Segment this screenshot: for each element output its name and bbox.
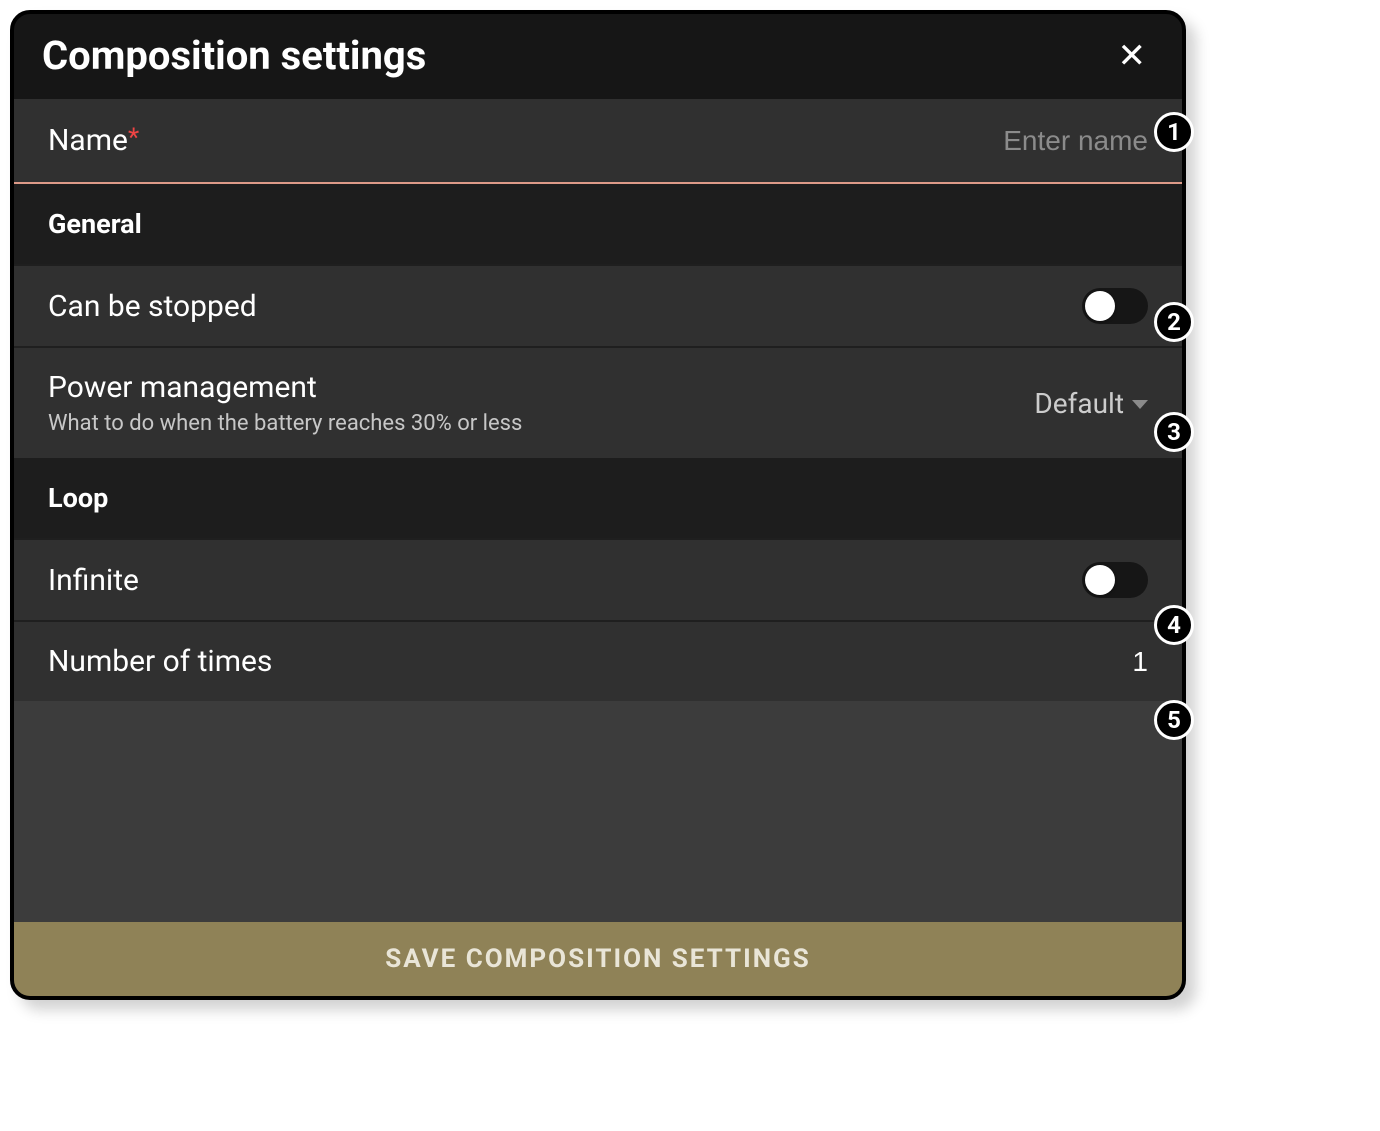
name-row: Name* <box>14 99 1182 184</box>
power-management-label: Power management <box>48 370 317 405</box>
power-management-dropdown[interactable]: Default <box>1034 387 1148 420</box>
callout-2: 2 <box>1154 302 1194 342</box>
dialog-header: Composition settings ✕ <box>14 14 1182 99</box>
infinite-toggle[interactable] <box>1082 562 1148 598</box>
dialog-title: Composition settings <box>42 32 426 79</box>
callout-5: 5 <box>1154 700 1194 740</box>
can-be-stopped-label: Can be stopped <box>48 289 257 324</box>
toggle-knob <box>1085 565 1115 595</box>
chevron-down-icon <box>1132 400 1148 409</box>
section-header-general: General <box>14 184 1182 264</box>
close-icon: ✕ <box>1118 36 1147 76</box>
power-management-selected: Default <box>1034 387 1124 420</box>
toggle-knob <box>1085 291 1115 321</box>
save-composition-settings-button[interactable]: SAVE COMPOSITION SETTINGS <box>14 922 1182 996</box>
composition-settings-dialog: Composition settings ✕ Name* General Can… <box>10 10 1186 1000</box>
name-label-wrap: Name* <box>48 123 139 158</box>
power-management-row: Power management What to do when the bat… <box>14 346 1182 458</box>
can-be-stopped-row: Can be stopped <box>14 264 1182 346</box>
power-management-label-wrap: Power management What to do when the bat… <box>48 370 522 436</box>
section-header-loop: Loop <box>14 458 1182 538</box>
empty-area <box>14 701 1182 922</box>
number-of-times-input[interactable] <box>1068 646 1148 678</box>
callout-4: 4 <box>1154 605 1194 645</box>
name-label: Name <box>48 123 128 158</box>
power-management-description: What to do when the battery reaches 30% … <box>48 411 522 436</box>
number-of-times-row: Number of times <box>14 620 1182 701</box>
number-of-times-label: Number of times <box>48 644 272 679</box>
name-input[interactable] <box>598 125 1148 157</box>
can-be-stopped-toggle[interactable] <box>1082 288 1148 324</box>
infinite-row: Infinite <box>14 538 1182 620</box>
callout-1: 1 <box>1154 112 1194 152</box>
callout-3: 3 <box>1154 412 1194 452</box>
infinite-label: Infinite <box>48 563 139 598</box>
required-asterisk: * <box>128 123 139 153</box>
close-button[interactable]: ✕ <box>1110 35 1155 77</box>
